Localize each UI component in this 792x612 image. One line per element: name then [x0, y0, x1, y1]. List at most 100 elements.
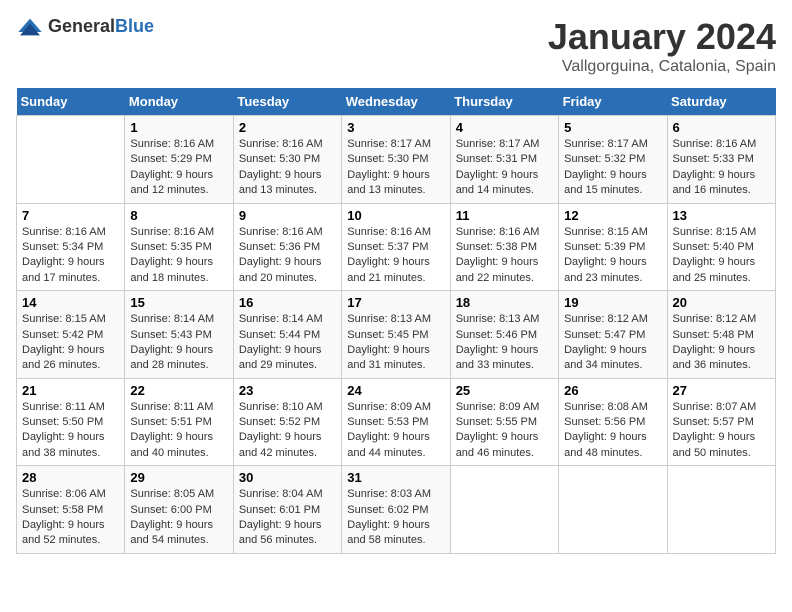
day-info-line: and 56 minutes. — [239, 533, 336, 548]
day-info-line: and 52 minutes. — [22, 533, 119, 548]
logo: GeneralBlue — [16, 16, 154, 37]
calendar-week-row: 7Sunrise: 8:16 AMSunset: 5:34 PMDaylight… — [17, 203, 776, 291]
day-number: 3 — [347, 120, 444, 135]
day-info-line: Daylight: 9 hours — [564, 168, 661, 183]
weekday-header-row: SundayMondayTuesdayWednesdayThursdayFrid… — [17, 88, 776, 116]
day-number: 17 — [347, 295, 444, 310]
day-info-line: Daylight: 9 hours — [347, 430, 444, 445]
day-info-line: Sunset: 5:42 PM — [22, 328, 119, 343]
day-info-line: and 18 minutes. — [130, 271, 227, 286]
calendar-cell: 1Sunrise: 8:16 AMSunset: 5:29 PMDaylight… — [125, 116, 233, 204]
calendar-cell: 27Sunrise: 8:07 AMSunset: 5:57 PMDayligh… — [667, 378, 775, 466]
day-info-line: Sunrise: 8:16 AM — [239, 225, 336, 240]
day-info-line: Sunrise: 8:14 AM — [239, 312, 336, 327]
day-info-line: Sunrise: 8:08 AM — [564, 400, 661, 415]
day-info-line: Sunset: 5:35 PM — [130, 240, 227, 255]
logo-general: General — [48, 16, 115, 36]
day-info-line: and 44 minutes. — [347, 446, 444, 461]
day-info-line: Sunrise: 8:17 AM — [564, 137, 661, 152]
weekday-header-saturday: Saturday — [667, 88, 775, 116]
day-info-line: Sunset: 5:57 PM — [673, 415, 770, 430]
day-number: 10 — [347, 208, 444, 223]
calendar-cell: 8 Sunrise: 8:16 AMSunset: 5:35 PMDaylight… — [125, 203, 233, 291]
header: GeneralBlue January 2024 Vallgorguina, C… — [16, 16, 776, 76]
day-info: Sunrise: 8:15 AMSunset: 5:42 PMDaylight:… — [22, 312, 119, 374]
day-info-line: Sunset: 5:53 PM — [347, 415, 444, 430]
day-info-line: Daylight: 9 hours — [130, 168, 227, 183]
day-info-line: Daylight: 9 hours — [673, 255, 770, 270]
day-info-line: Sunset: 5:39 PM — [564, 240, 661, 255]
day-info-line: Sunrise: 8:17 AM — [456, 137, 553, 152]
day-info-line: Sunrise: 8:15 AM — [22, 312, 119, 327]
calendar-cell: 6 Sunrise: 8:16 AMSunset: 5:33 PMDaylight… — [667, 116, 775, 204]
day-info-line: Daylight: 9 hours — [564, 255, 661, 270]
day-info: Sunrise: 8:04 AMSunset: 6:01 PMDaylight:… — [239, 487, 336, 549]
day-info: Sunrise: 8:16 AMSunset: 5:33 PMDaylight:… — [673, 137, 770, 199]
day-info-line: and 12 minutes. — [130, 183, 227, 198]
day-info-line: Sunrise: 8:15 AM — [673, 225, 770, 240]
calendar-cell: 25Sunrise: 8:09 AMSunset: 5:55 PMDayligh… — [450, 378, 558, 466]
day-number: 31 — [347, 470, 444, 485]
day-info: Sunrise: 8:16 AMSunset: 5:30 PMDaylight:… — [239, 137, 336, 199]
day-number: 15 — [130, 295, 227, 310]
day-number: 6 — [673, 120, 770, 135]
calendar-cell: 9Sunrise: 8:16 AMSunset: 5:36 PMDaylight… — [233, 203, 341, 291]
day-number: 8 — [130, 208, 227, 223]
day-info: Sunrise: 8:16 AMSunset: 5:35 PMDaylight:… — [130, 225, 227, 287]
day-info-line: and 14 minutes. — [456, 183, 553, 198]
calendar-table: SundayMondayTuesdayWednesdayThursdayFrid… — [16, 88, 776, 554]
day-info-line: Daylight: 9 hours — [456, 343, 553, 358]
day-info-line: and 15 minutes. — [564, 183, 661, 198]
day-info-line: Sunrise: 8:05 AM — [130, 487, 227, 502]
day-info-line: Daylight: 9 hours — [456, 430, 553, 445]
day-number: 2 — [239, 120, 336, 135]
day-info-line: Sunrise: 8:16 AM — [130, 137, 227, 152]
day-number: 20 — [673, 295, 770, 310]
day-info-line: Daylight: 9 hours — [239, 255, 336, 270]
calendar-cell: 13Sunrise: 8:15 AMSunset: 5:40 PMDayligh… — [667, 203, 775, 291]
day-info-line: Daylight: 9 hours — [673, 343, 770, 358]
day-info-line: Sunset: 5:58 PM — [22, 503, 119, 518]
day-info-line: Sunset: 5:30 PM — [347, 152, 444, 167]
day-info-line: Sunrise: 8:11 AM — [22, 400, 119, 415]
day-info-line: Sunrise: 8:17 AM — [347, 137, 444, 152]
day-info-line: Sunset: 5:55 PM — [456, 415, 553, 430]
day-info-line: Daylight: 9 hours — [456, 255, 553, 270]
day-number: 23 — [239, 383, 336, 398]
day-info-line: Sunset: 5:56 PM — [564, 415, 661, 430]
day-number: 9 — [239, 208, 336, 223]
calendar-cell: 12Sunrise: 8:15 AMSunset: 5:39 PMDayligh… — [559, 203, 667, 291]
calendar-cell — [559, 466, 667, 554]
day-info-line: Sunrise: 8:13 AM — [456, 312, 553, 327]
day-info-line: Sunrise: 8:13 AM — [347, 312, 444, 327]
day-info-line: Daylight: 9 hours — [239, 518, 336, 533]
day-info-line: Daylight: 9 hours — [347, 518, 444, 533]
day-info-line: Daylight: 9 hours — [22, 343, 119, 358]
day-info: Sunrise: 8:13 AMSunset: 5:45 PMDaylight:… — [347, 312, 444, 374]
calendar-cell: 24Sunrise: 8:09 AMSunset: 5:53 PMDayligh… — [342, 378, 450, 466]
day-info: Sunrise: 8:10 AMSunset: 5:52 PMDaylight:… — [239, 400, 336, 462]
day-number: 28 — [22, 470, 119, 485]
calendar-cell: 29Sunrise: 8:05 AMSunset: 6:00 PMDayligh… — [125, 466, 233, 554]
day-info-line: Sunrise: 8:16 AM — [22, 225, 119, 240]
day-info-line: Sunset: 5:29 PM — [130, 152, 227, 167]
day-info-line: and 26 minutes. — [22, 358, 119, 373]
day-number: 21 — [22, 383, 119, 398]
day-info: Sunrise: 8:05 AMSunset: 6:00 PMDaylight:… — [130, 487, 227, 549]
calendar-cell: 31Sunrise: 8:03 AMSunset: 6:02 PMDayligh… — [342, 466, 450, 554]
day-info-line: Sunrise: 8:10 AM — [239, 400, 336, 415]
day-info-line: and 29 minutes. — [239, 358, 336, 373]
calendar-cell — [450, 466, 558, 554]
day-info-line: Sunset: 5:33 PM — [673, 152, 770, 167]
day-info-line: Sunset: 5:34 PM — [22, 240, 119, 255]
day-info-line: Sunset: 5:44 PM — [239, 328, 336, 343]
day-info-line: Daylight: 9 hours — [22, 430, 119, 445]
day-number: 25 — [456, 383, 553, 398]
weekday-header-sunday: Sunday — [17, 88, 125, 116]
day-info: Sunrise: 8:12 AMSunset: 5:47 PMDaylight:… — [564, 312, 661, 374]
day-info-line: Sunrise: 8:04 AM — [239, 487, 336, 502]
day-info-line: Daylight: 9 hours — [673, 168, 770, 183]
day-info-line: Daylight: 9 hours — [347, 343, 444, 358]
day-info-line: and 48 minutes. — [564, 446, 661, 461]
calendar-cell: 2 Sunrise: 8:16 AMSunset: 5:30 PMDaylight… — [233, 116, 341, 204]
